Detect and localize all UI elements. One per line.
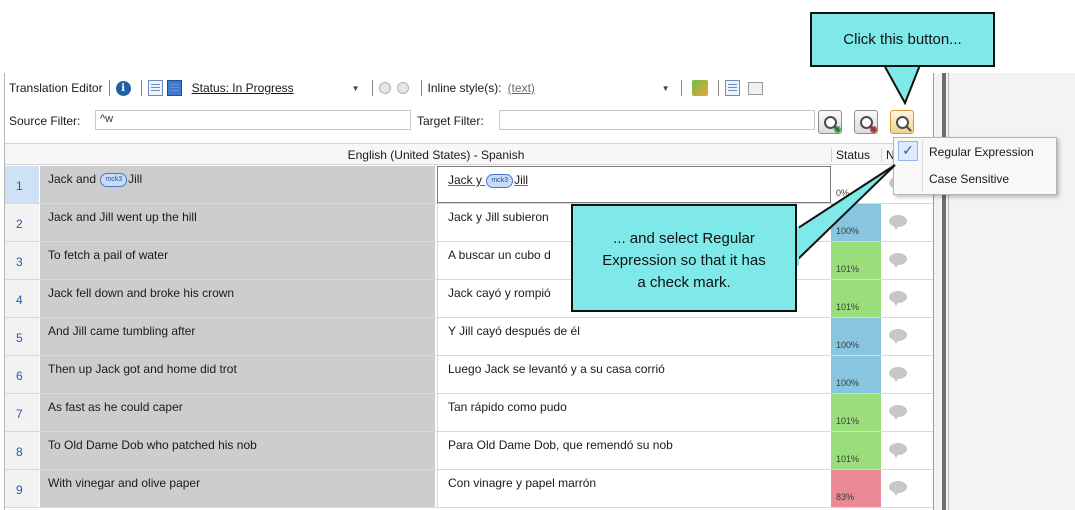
callout-click-button: Click this button... <box>810 12 995 67</box>
callout-click-text: Click this button... <box>843 31 962 48</box>
callout-line: Expression so that it has <box>602 252 766 269</box>
callout-line: ... and select Regular <box>613 230 755 247</box>
callout-line: a check mark. <box>637 274 731 291</box>
callout-pointer-middle <box>794 164 896 265</box>
callout-pointers <box>793 60 922 266</box>
callout-select-regex: ... and select Regular Expression so tha… <box>571 204 797 312</box>
callout-pointer-top <box>882 64 922 106</box>
